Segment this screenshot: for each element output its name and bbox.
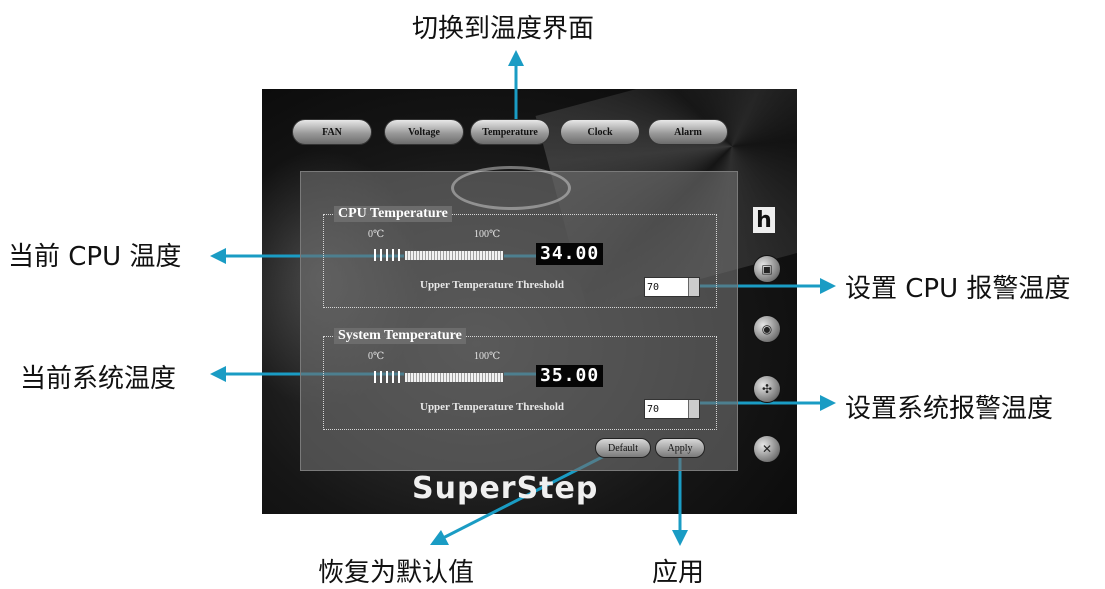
cpu-threshold-value: 70 <box>647 281 660 293</box>
tab-voltage[interactable]: Voltage <box>384 119 464 145</box>
tab-fan[interactable]: FAN <box>292 119 372 145</box>
system-scale-min: 0℃ <box>368 351 385 362</box>
fan-icon[interactable]: ✣ <box>753 375 781 403</box>
cpu-scale-min: 0℃ <box>368 229 385 240</box>
cpu-threshold-spinner[interactable] <box>688 278 699 296</box>
default-button[interactable]: Default <box>595 438 651 458</box>
fan-decoration-icon <box>451 166 571 210</box>
annotation-cpu-temp: 当前 CPU 温度 <box>8 242 182 272</box>
temperature-panel: CPU Temperature 0℃ 100℃ 34.00 Upper Temp… <box>300 166 738 471</box>
tools-icon[interactable]: ✕ <box>753 435 781 463</box>
cpu-temperature-group: CPU Temperature 0℃ 100℃ 34.00 Upper Temp… <box>323 206 717 308</box>
system-temperature-bar <box>374 371 504 383</box>
system-threshold-label: Upper Temperature Threshold <box>420 401 565 413</box>
cpu-temperature-bar <box>374 249 504 261</box>
cpu-threshold-label: Upper Temperature Threshold <box>420 279 565 291</box>
h-logo-icon[interactable]: h <box>753 207 775 233</box>
apply-button[interactable]: Apply <box>655 438 705 458</box>
system-threshold-input[interactable]: 70 <box>644 399 700 419</box>
system-temperature-readout: 35.00 <box>536 365 604 387</box>
superstep-window: FAN Voltage Temperature Clock Alarm CPU … <box>262 89 797 514</box>
tab-alarm[interactable]: Alarm <box>648 119 728 145</box>
annotation-system-temp: 当前系统温度 <box>20 364 177 394</box>
disk-icon[interactable]: ◉ <box>753 315 781 343</box>
annotation-system-alarm: 设置系统报警温度 <box>845 394 1054 424</box>
annotation-switch-temperature: 切换到温度界面 <box>412 14 595 44</box>
monitor-icon[interactable]: ▣ <box>753 255 781 283</box>
system-threshold-value: 70 <box>647 403 660 415</box>
system-temperature-title: System Temperature <box>334 328 466 344</box>
tab-temperature[interactable]: Temperature <box>470 119 550 145</box>
cpu-temperature-readout: 34.00 <box>536 243 604 265</box>
system-scale-max: 100℃ <box>474 351 501 362</box>
annotation-cpu-alarm: 设置 CPU 报警温度 <box>845 274 1071 304</box>
system-temperature-group: System Temperature 0℃ 100℃ 35.00 Upper T… <box>323 328 717 430</box>
tab-clock[interactable]: Clock <box>560 119 640 145</box>
brand-logo: SuperStep <box>412 471 599 506</box>
system-threshold-spinner[interactable] <box>688 400 699 418</box>
tab-bar: FAN Voltage Temperature Clock Alarm <box>292 119 762 147</box>
cpu-scale-max: 100℃ <box>474 229 501 240</box>
cpu-threshold-input[interactable]: 70 <box>644 277 700 297</box>
cpu-temperature-title: CPU Temperature <box>334 206 452 222</box>
annotation-restore-default: 恢复为默认值 <box>318 558 475 588</box>
annotation-apply: 应用 <box>652 558 705 588</box>
